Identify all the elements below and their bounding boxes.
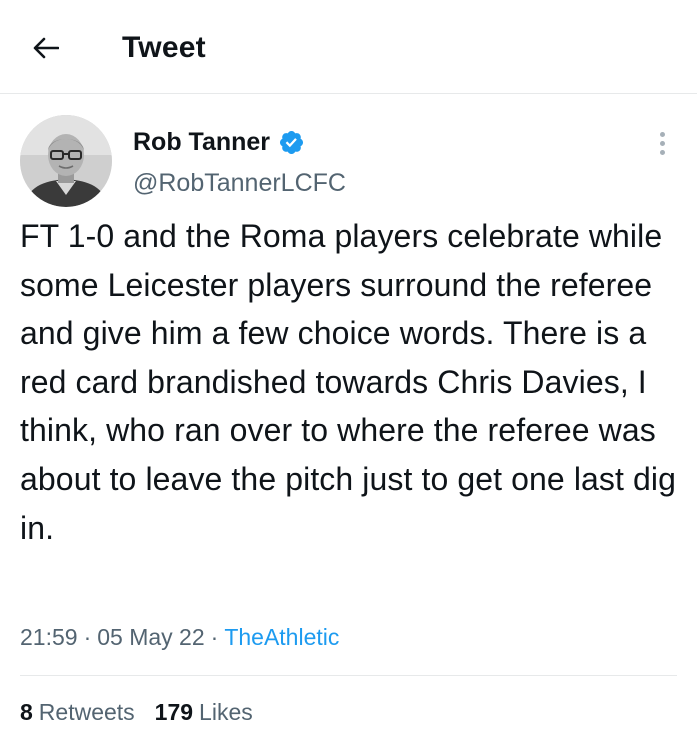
tweet-meta: 21:59 · 05 May 22 · TheAthletic	[20, 622, 339, 652]
author-photo	[20, 115, 112, 207]
retweets-count: 8	[20, 699, 33, 725]
tweet-stats: 8 Retweets 179 Likes	[20, 697, 253, 727]
avatar[interactable]	[20, 115, 112, 207]
likes-count: 179	[154, 699, 194, 725]
tweet-time[interactable]: 21:59	[20, 624, 78, 650]
divider	[20, 675, 677, 676]
top-bar: Tweet	[0, 0, 697, 94]
author-name-text: Rob Tanner	[133, 128, 271, 156]
meta-separator: ·	[83, 624, 92, 650]
back-button[interactable]	[26, 28, 66, 68]
more-vertical-icon-dot	[659, 131, 665, 137]
tweet-page: Tweet Rob Tanner @RobTannerLCFC FT 1-0 a…	[0, 0, 697, 750]
more-options-button[interactable]	[650, 128, 674, 158]
more-vertical-icon-dot	[659, 149, 665, 155]
arrow-left-icon	[33, 37, 59, 59]
tweet-text: FT 1-0 and the Roma players celebrate wh…	[20, 218, 677, 546]
verified-badge-icon	[280, 130, 304, 154]
page-title: Tweet	[122, 31, 206, 64]
tweet-date[interactable]: 05 May 22	[97, 624, 204, 650]
author-name[interactable]: Rob Tanner	[133, 126, 305, 158]
retweets-stat[interactable]: 8 Retweets	[20, 697, 135, 727]
likes-label: Likes	[199, 699, 253, 725]
retweets-label: Retweets	[38, 699, 135, 725]
author-handle[interactable]: @RobTannerLCFC	[133, 167, 346, 199]
more-vertical-icon-dot	[659, 140, 665, 146]
likes-stat[interactable]: 179 Likes	[155, 697, 253, 727]
meta-separator: ·	[210, 624, 219, 650]
tweet-source-link[interactable]: TheAthletic	[224, 624, 339, 650]
